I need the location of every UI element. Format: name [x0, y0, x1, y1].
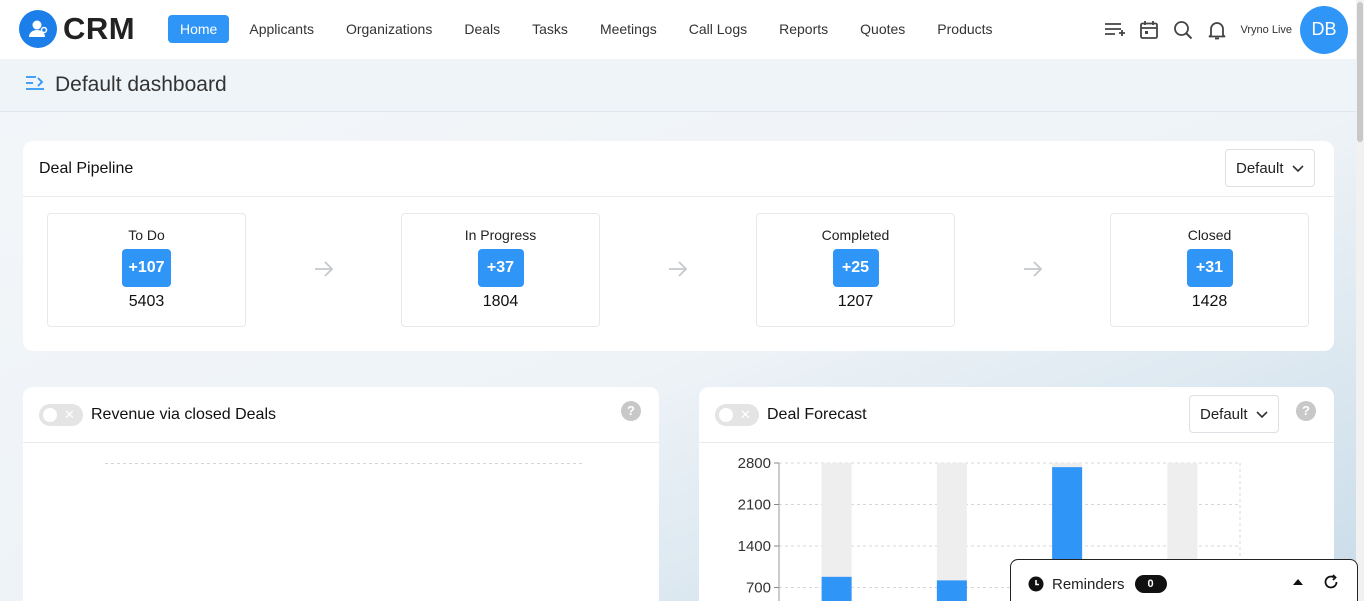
stage-delta-badge: +37	[477, 249, 524, 287]
y-tick-label: 2100	[738, 497, 771, 514]
stage-name: Completed	[821, 227, 890, 243]
nav-item-call-logs[interactable]: Call Logs	[677, 15, 759, 43]
bell-icon[interactable]	[1206, 19, 1228, 41]
reminders-count-badge: 0	[1134, 575, 1167, 593]
nav-item-reports[interactable]: Reports	[767, 15, 840, 43]
stage-todo[interactable]: To Do +107 5403	[47, 213, 246, 327]
forecast-title: Deal Forecast	[767, 405, 867, 423]
toggle-knob	[719, 407, 733, 422]
clock-icon	[1028, 576, 1044, 592]
calendar-icon[interactable]	[1138, 19, 1160, 41]
nav-item-meetings[interactable]: Meetings	[588, 15, 669, 43]
bar-value	[821, 576, 852, 601]
stage-completed[interactable]: Completed +25 1207	[756, 213, 955, 327]
page-title: Default dashboard	[55, 73, 227, 96]
logo-text: CRM	[63, 11, 136, 46]
forecast-toggle[interactable]: ✕	[715, 403, 759, 426]
nav-item-organizations[interactable]: Organizations	[334, 15, 444, 43]
stage-name: Closed	[1187, 227, 1232, 243]
caret-up-icon[interactable]	[1292, 578, 1304, 586]
stage-delta-badge: +107	[122, 249, 171, 287]
stage-count: 1207	[837, 293, 874, 310]
stage-name: To Do	[128, 227, 165, 243]
toggle-knob	[43, 407, 57, 422]
stage-closed[interactable]: Closed +31 1428	[1110, 213, 1309, 327]
pipeline-dropdown[interactable]: Default	[1225, 149, 1315, 187]
chevron-down-icon	[1291, 160, 1304, 177]
revenue-toggle[interactable]: ✕	[39, 403, 83, 426]
reminders-label: Reminders	[1052, 575, 1125, 593]
stage-count: 5403	[128, 293, 165, 310]
stage-delta-badge: +25	[832, 249, 879, 287]
chevron-down-icon	[1255, 406, 1268, 423]
stage-name: In Progress	[464, 227, 537, 243]
close-icon: ✕	[740, 406, 751, 422]
revenue-title: Revenue via closed Deals	[91, 405, 276, 423]
scrollbar-thumb[interactable]	[1357, 2, 1363, 142]
bar-value	[936, 580, 967, 601]
user-name: Vryno Live	[1240, 23, 1292, 36]
y-tick-label: 700	[746, 580, 771, 597]
help-icon[interactable]: ?	[1296, 401, 1316, 421]
nav-item-applicants[interactable]: Applicants	[237, 15, 326, 43]
y-tick-label: 2800	[738, 455, 771, 472]
nav-item-deals[interactable]: Deals	[452, 15, 512, 43]
pipeline-dropdown-value: Default	[1236, 159, 1284, 177]
top-navbar: CRM Home Applicants Organizations Deals …	[0, 0, 1364, 59]
stage-count: 1428	[1191, 293, 1228, 310]
arrow-right-icon	[667, 260, 689, 283]
deal-pipeline-header: Deal Pipeline Default	[23, 141, 1334, 197]
bar-background	[936, 463, 967, 601]
sidebar-toggle-icon[interactable]	[25, 74, 45, 97]
arrow-right-icon	[1022, 260, 1044, 283]
nav-item-tasks[interactable]: Tasks	[520, 15, 580, 43]
page-header: Default dashboard	[0, 59, 1356, 112]
forecast-dropdown-value: Default	[1200, 405, 1248, 423]
avatar[interactable]: DB	[1300, 5, 1348, 54]
revenue-card: ✕ Revenue via closed Deals ?	[23, 387, 659, 601]
forecast-header: ✕ Deal Forecast Default ?	[699, 387, 1334, 443]
deal-pipeline-card: Deal Pipeline Default To Do +107 5403 In…	[23, 141, 1334, 351]
arrow-right-icon	[313, 260, 335, 283]
page-scrollbar[interactable]	[1356, 0, 1364, 601]
nav-item-home[interactable]: Home	[168, 15, 230, 43]
close-icon: ✕	[64, 406, 75, 422]
stage-in-progress[interactable]: In Progress +37 1804	[401, 213, 600, 327]
y-tick-label: 1400	[738, 538, 771, 555]
refresh-icon[interactable]	[1323, 574, 1339, 590]
add-list-icon[interactable]	[1104, 19, 1126, 41]
help-icon[interactable]: ?	[621, 401, 641, 421]
user-logo-icon	[19, 10, 57, 48]
deal-pipeline-title: Deal Pipeline	[39, 159, 134, 177]
main-nav: Home Applicants Organizations Deals Task…	[168, 15, 1013, 43]
nav-right-tools: Vryno Live DB	[1104, 0, 1364, 59]
revenue-header: ✕ Revenue via closed Deals ?	[23, 387, 659, 443]
forecast-dropdown[interactable]: Default	[1189, 395, 1279, 433]
stage-delta-badge: +31	[1186, 249, 1233, 287]
reminders-bar[interactable]: Reminders 0	[1010, 559, 1358, 601]
stage-count: 1804	[482, 293, 519, 310]
nav-item-products[interactable]: Products	[925, 15, 1004, 43]
revenue-chart-gridline	[105, 463, 585, 464]
nav-item-quotes[interactable]: Quotes	[848, 15, 917, 43]
search-icon[interactable]	[1172, 19, 1194, 41]
crm-logo[interactable]: CRM	[19, 10, 135, 48]
